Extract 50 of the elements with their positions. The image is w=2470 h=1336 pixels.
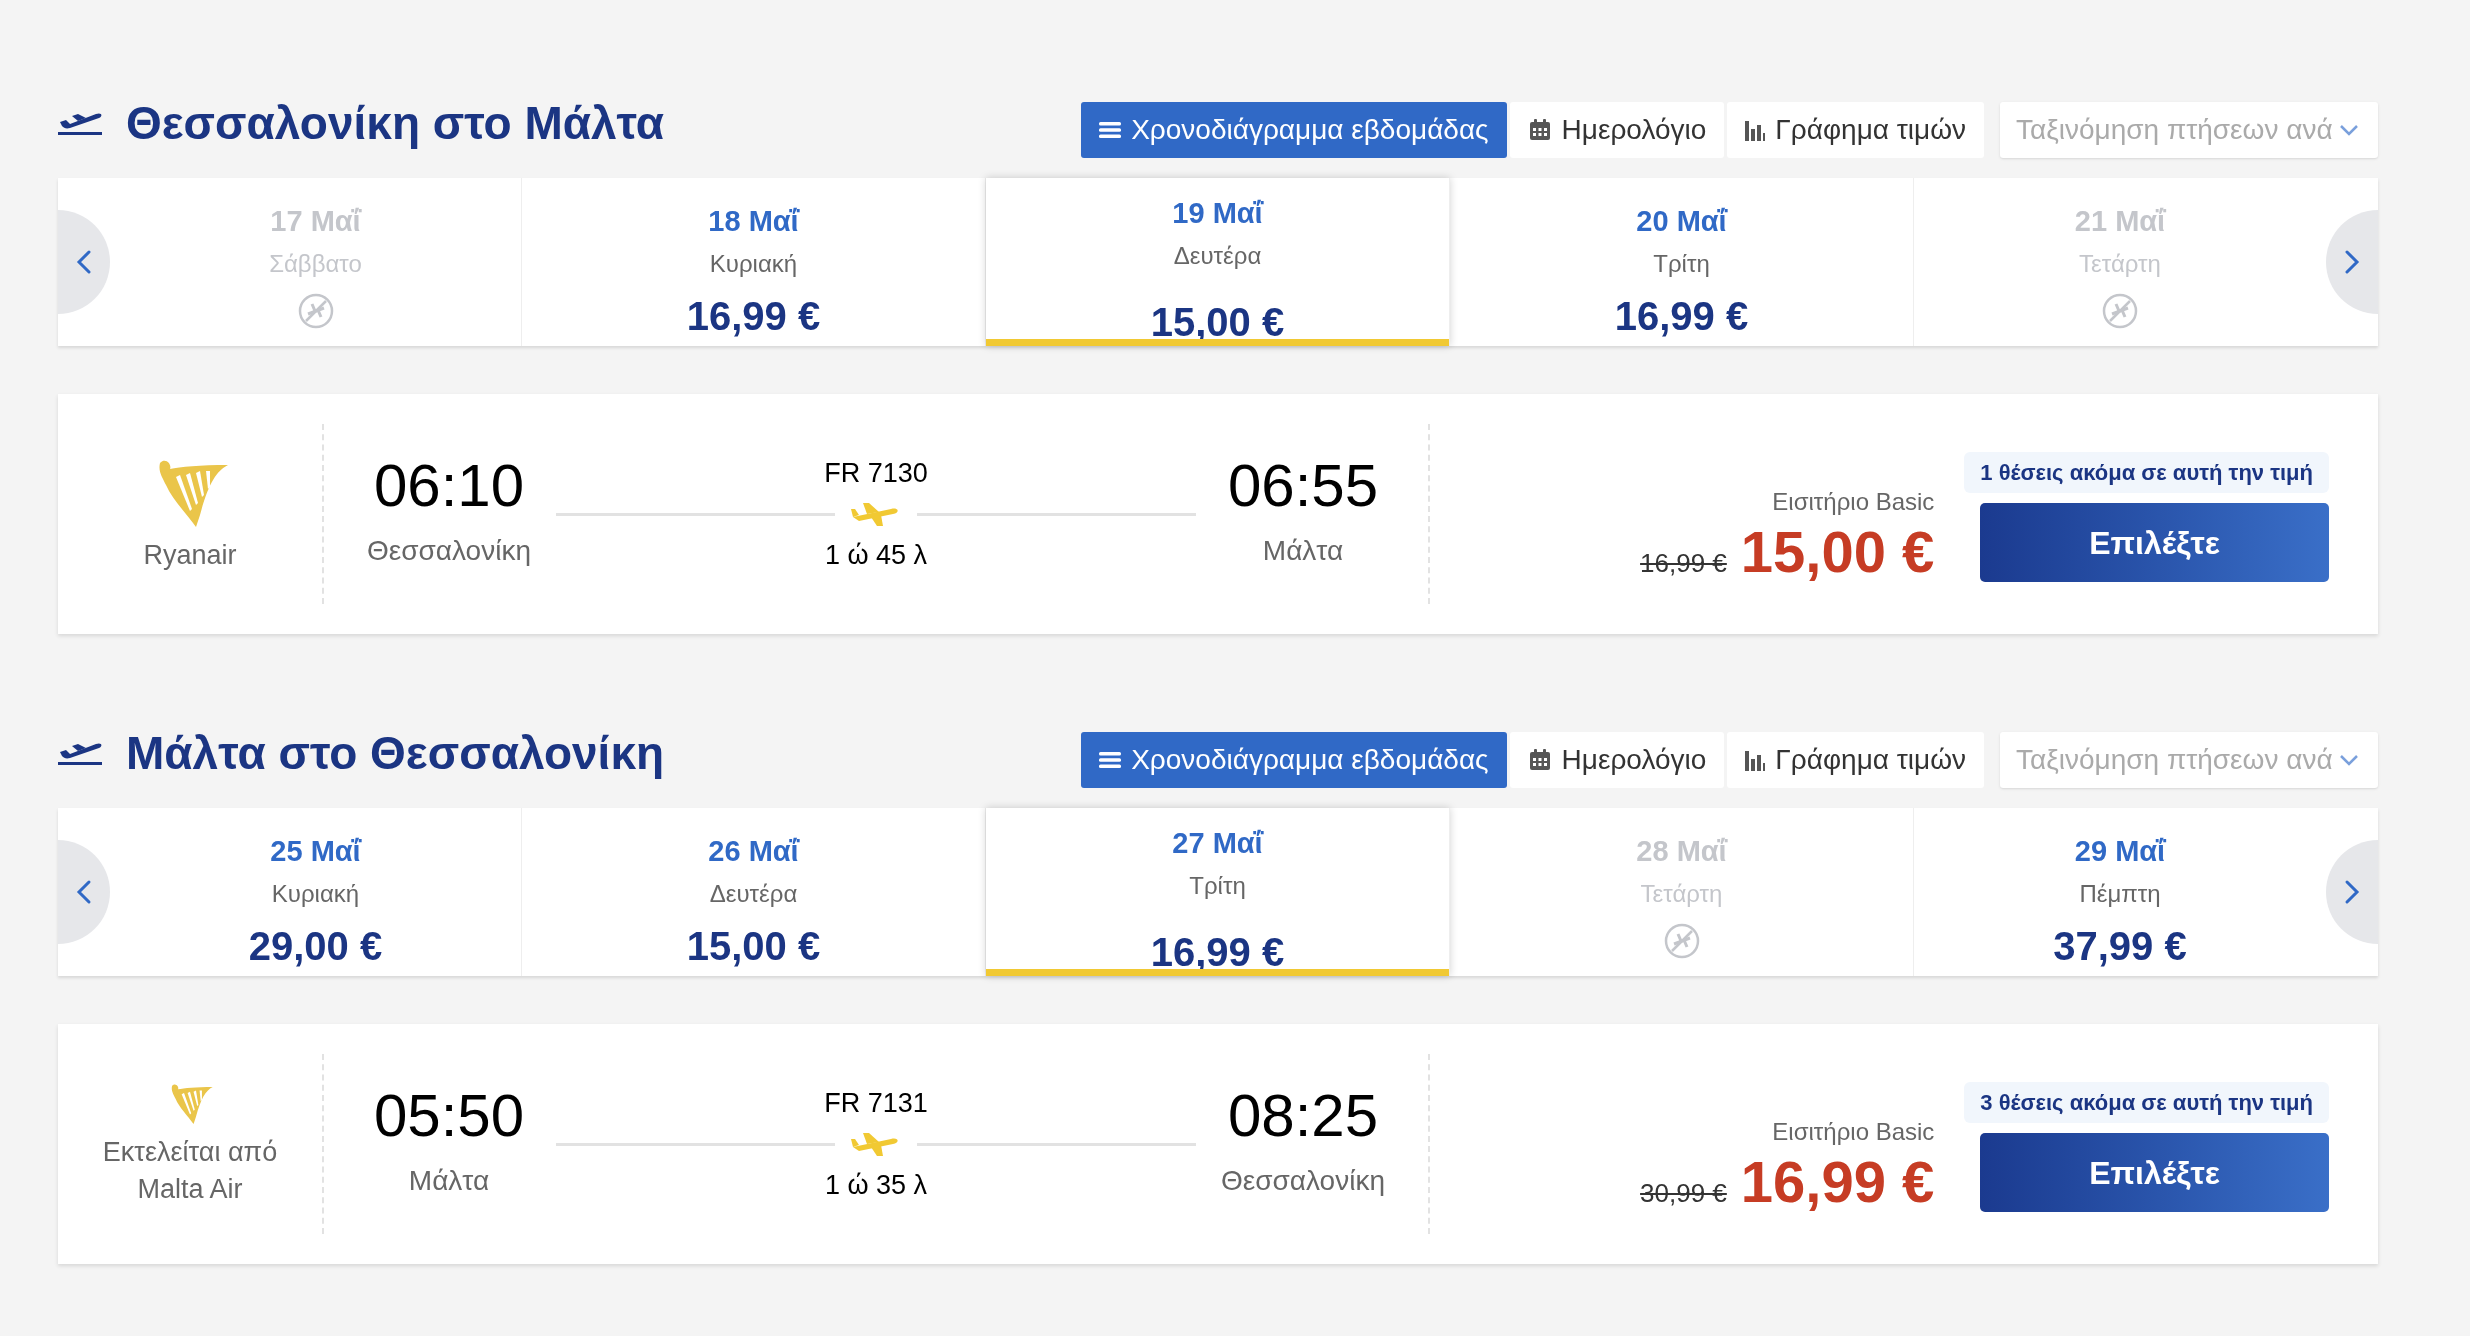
date-tab[interactable]: 27 Μαΐ Τρίτη 16,99 € — [986, 808, 1450, 976]
view-tab[interactable]: Γράφημα τιμών — [1727, 732, 1984, 788]
flight-duration: 1 ώ 35 λ — [824, 1169, 928, 1202]
flight-duration: 1 ώ 45 λ — [824, 539, 928, 572]
date-tab[interactable]: 19 Μαΐ Δευτέρα 15,00 € — [986, 178, 1450, 346]
no-flight-icon — [2101, 291, 2139, 330]
seats-left-badge: 1 θέσεις ακόμα σε αυτή την τιμή — [1964, 452, 2329, 493]
flight-number: FR 7130 — [824, 456, 928, 490]
date-tab[interactable]: 29 Μαΐ Πέμπτη 37,99 € — [1914, 808, 2326, 976]
bar-chart-icon — [1745, 749, 1766, 771]
time: 08:25 — [1227, 1086, 1379, 1146]
select-button[interactable]: Επιλέξτε — [1980, 1133, 2329, 1212]
old-price: 30,99 € — [1640, 1177, 1727, 1211]
menu-icon — [1099, 751, 1122, 769]
no-flight-icon — [1662, 921, 1701, 960]
price: 16,99 € — [1740, 1150, 1935, 1214]
view-tab[interactable]: Χρονοδιάγραμμα εβδομάδας — [1081, 102, 1507, 158]
city: Θεσσαλονίκη — [367, 534, 531, 568]
view-tab[interactable]: Ημερολόγιο — [1509, 732, 1725, 788]
fare-type: Εισιτήριο Basic — [1772, 487, 1935, 518]
no-flight-icon — [296, 291, 335, 330]
date-tab[interactable]: 20 Μαΐ Τρίτη 16,99 € — [1450, 178, 1914, 346]
flight-number: FR 7131 — [824, 1086, 928, 1120]
route-title: Μάλτα στο Θεσσαλονίκη — [126, 725, 665, 781]
chevron-down-icon — [2338, 124, 2359, 136]
menu-icon — [1099, 121, 1122, 139]
seats-left-badge: 3 θέσεις ακόμα σε αυτή την τιμή — [1964, 1082, 2329, 1123]
old-price: 16,99 € — [1640, 547, 1727, 581]
city: Θεσσαλονίκη — [1221, 1164, 1385, 1198]
date-tab[interactable]: 25 Μαΐ Κυριακή 29,00 € — [110, 808, 522, 976]
bar-chart-icon — [1745, 119, 1766, 141]
carrier-name: Εκτελείται από Malta Air — [101, 1136, 279, 1206]
price: 15,00 € — [1740, 520, 1935, 584]
time: 06:55 — [1227, 456, 1379, 516]
time: 05:50 — [373, 1086, 525, 1146]
carrier-name: Ryanair — [143, 538, 237, 572]
time: 06:10 — [373, 456, 525, 516]
chevron-down-icon — [2338, 754, 2359, 766]
city: Μάλτα — [1262, 534, 1344, 568]
calendar-icon — [1527, 118, 1552, 142]
fare-type: Εισιτήριο Basic — [1772, 1117, 1935, 1148]
view-tab[interactable]: Γράφημα τιμών — [1727, 102, 1984, 158]
view-tab[interactable]: Ημερολόγιο — [1509, 102, 1725, 158]
select-button[interactable]: Επιλέξτε — [1980, 503, 2329, 582]
route-title: Θεσσαλονίκη στο Μάλτα — [126, 95, 665, 151]
takeoff-icon — [58, 740, 102, 766]
view-tab[interactable]: Χρονοδιάγραμμα εβδομάδας — [1081, 732, 1507, 788]
calendar-icon — [1527, 748, 1552, 772]
city: Μάλτα — [408, 1164, 490, 1198]
takeoff-icon — [58, 110, 102, 136]
